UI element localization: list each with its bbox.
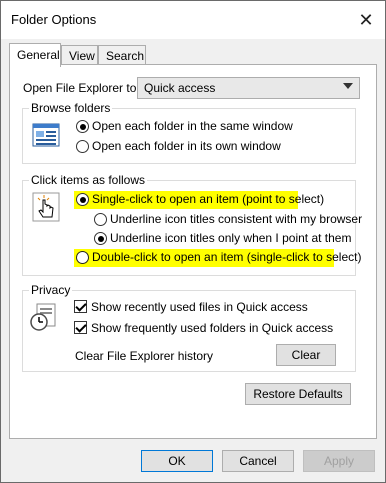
frequent-folders-label: Show frequently used folders in Quick ac… <box>91 321 334 335</box>
privacy-legend: Privacy <box>29 283 73 297</box>
general-tab-panel: Open File Explorer to: Quick access Brow… <box>9 64 377 439</box>
frequent-folders-checkbox[interactable] <box>74 321 87 334</box>
open-explorer-value: Quick access <box>144 81 216 95</box>
pointer-hand-icon <box>32 192 60 225</box>
title-bar: Folder Options ✕ <box>1 1 385 39</box>
restore-defaults-button[interactable]: Restore Defaults <box>245 383 351 405</box>
browse-folders-legend: Browse folders <box>29 101 113 115</box>
browse-folders-group: Browse folders Open each folder in the s… <box>22 101 356 164</box>
browse-folders-icon <box>32 121 60 152</box>
chevron-down-icon <box>343 83 353 89</box>
cancel-button[interactable]: Cancel <box>222 450 294 472</box>
close-icon: ✕ <box>358 9 374 30</box>
tab-search[interactable]: Search <box>98 45 146 65</box>
click-items-legend: Click items as follows <box>29 173 148 187</box>
underline-point-label: Underline icon titles only when I point … <box>110 231 352 245</box>
tab-general[interactable]: General <box>9 43 61 67</box>
own-window-radio[interactable] <box>76 140 89 153</box>
privacy-group: Privacy Show recently used files in Quic… <box>22 283 356 372</box>
underline-consistent-label: Underline icon titles consistent with my… <box>110 212 363 226</box>
underline-point-radio[interactable] <box>94 232 107 245</box>
privacy-history-icon <box>29 302 59 335</box>
double-click-label: Double-click to open an item (single-cli… <box>92 250 362 264</box>
open-explorer-label: Open File Explorer to: <box>23 81 140 95</box>
same-window-radio[interactable] <box>76 120 89 133</box>
tab-view[interactable]: View <box>61 45 98 65</box>
open-explorer-dropdown[interactable]: Quick access <box>137 77 360 99</box>
single-click-label: Single-click to open an item (point to s… <box>92 192 325 206</box>
recent-files-checkbox[interactable] <box>74 300 87 313</box>
click-items-group: Click items as follows Single-click to o… <box>22 173 362 276</box>
same-window-label: Open each folder in the same window <box>92 119 293 133</box>
recent-files-label: Show recently used files in Quick access <box>91 300 308 314</box>
double-click-radio[interactable] <box>76 251 89 264</box>
clear-history-button[interactable]: Clear <box>276 344 336 366</box>
close-button[interactable]: ✕ <box>353 7 379 33</box>
underline-consistent-radio[interactable] <box>94 213 107 226</box>
folder-options-dialog: Folder Options ✕ General View Search Ope… <box>0 0 386 483</box>
clear-history-label: Clear File Explorer history <box>75 349 214 363</box>
window-title: Folder Options <box>11 12 97 27</box>
own-window-label: Open each folder in its own window <box>92 139 281 153</box>
ok-button[interactable]: OK <box>141 450 213 472</box>
apply-button[interactable]: Apply <box>303 450 375 472</box>
single-click-radio[interactable] <box>76 193 89 206</box>
